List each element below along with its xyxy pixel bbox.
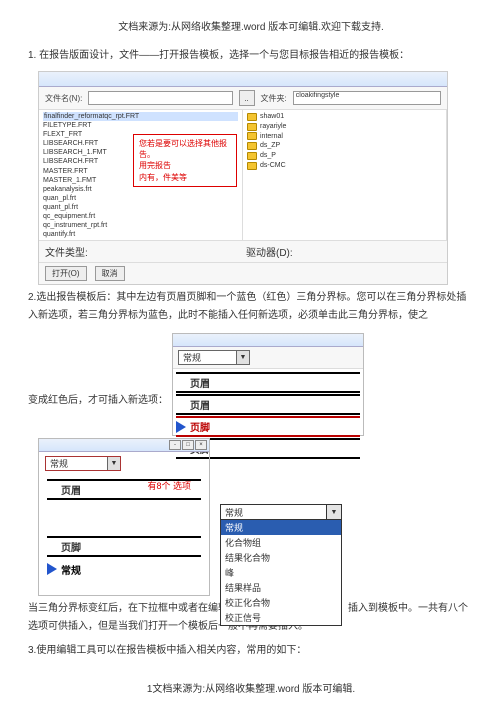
dialog-titlebar xyxy=(39,72,447,87)
region-combo-value: 常规 xyxy=(46,457,107,470)
section-bar: 页眉 xyxy=(176,394,360,415)
folder-item[interactable]: ds-CMC xyxy=(247,161,442,171)
folder-tree-pane: shaw01rayariyleinternalds_ZPds_Pds-CMC xyxy=(243,110,447,240)
dropdown-option[interactable]: 峰 xyxy=(221,565,341,580)
filename-input[interactable] xyxy=(88,91,232,105)
file-item[interactable]: qc_equipment.frt xyxy=(43,212,238,221)
region-combo[interactable]: 常规 ▼ xyxy=(178,350,250,365)
dropdown-option[interactable]: 结果样品 xyxy=(221,580,341,595)
region-combo-value: 常规 xyxy=(179,351,236,364)
sections-panel-red: - □ × 常规 ▼ 页眉 有8个 选项 页脚 xyxy=(38,438,210,596)
drive-label: 驱动器(D): xyxy=(246,244,293,259)
file-item[interactable]: FILETYPE.FRT xyxy=(43,121,238,130)
figure-3-wrap: - □ × 常规 ▼ 页眉 有8个 选项 页脚 xyxy=(38,438,448,596)
folder-item[interactable]: shaw01 xyxy=(247,112,442,122)
minimize-icon[interactable]: - xyxy=(169,440,181,450)
annotation-box: 您若是要可以选择其他报告。 用完报告 内有，件美等 xyxy=(133,134,237,187)
triangle-marker-blue[interactable] xyxy=(176,421,186,433)
file-item[interactable]: qc_instrument_rpt.frt xyxy=(43,221,238,230)
dropdown-option[interactable]: 校正化合物 xyxy=(221,595,341,610)
folder-item[interactable]: ds_ZP xyxy=(247,141,442,151)
annotation-line1: 您若是要可以选择其他报告。 xyxy=(139,138,231,160)
chevron-down-icon: ▼ xyxy=(326,505,341,519)
maximize-icon[interactable]: □ xyxy=(182,440,194,450)
section-stack: 页眉 页眉 页脚 页脚 xyxy=(173,369,363,435)
annotation-line2: 用完报告 xyxy=(139,160,231,171)
panel-titlebar: - □ × xyxy=(39,439,209,452)
step-2-text-a: 2.选出报告模板后：其中左边有页眉页脚和一个蓝色（红色）三角分界标。您可以在三角… xyxy=(28,289,474,325)
open-button[interactable]: 打开(O) xyxy=(45,266,87,281)
folder-icon xyxy=(247,113,257,121)
region-combo[interactable]: 常规 ▼ xyxy=(45,456,121,471)
filename-row: 文件名(N): .. 文件夹: cloakifingstyle xyxy=(39,87,447,110)
filename-label: 文件名(N): xyxy=(45,93,82,104)
step-2-text-b: 变成红色后，才可插入新选项： xyxy=(28,391,168,436)
page-footer: 1文档来源为:从网络收集整理.word 版本可编辑. xyxy=(28,680,474,695)
dropdown-option[interactable]: 结果化合物 xyxy=(221,550,341,565)
folder-icon xyxy=(247,152,257,160)
folder-icon xyxy=(247,132,257,140)
file-list-pane: finalfinder_reformatqc_rpt.FRTFILETYPE.F… xyxy=(39,110,243,240)
document-page: 文档来源为:从网络收集整理.word 版本可编辑.欢迎下载支持. 1. 在报告版… xyxy=(0,0,502,713)
sections-panel-blue: 常规 ▼ 页眉 页眉 页脚 页脚 xyxy=(172,333,364,436)
dropdown-option[interactable]: 常规 xyxy=(221,520,341,535)
dropdown-combo[interactable]: 常规 ▼ xyxy=(221,505,341,520)
close-icon[interactable]: × xyxy=(195,440,207,450)
folder-item[interactable]: internal xyxy=(247,132,442,142)
file-item[interactable]: sample_rpt.frt xyxy=(43,239,238,240)
section-stack: 页眉 有8个 选项 页脚 常规 xyxy=(39,475,209,595)
dropdown-option[interactable]: 校正信号 xyxy=(221,610,341,625)
step-1-text: 1. 在报告版面设计，文件——打开报告模板，选择一个与您目标报告相近的报告模板： xyxy=(28,47,474,65)
selected-file[interactable]: finalfinder_reformatqc_rpt.FRT xyxy=(43,112,238,121)
folder-icon xyxy=(247,162,257,170)
section-bar-active: 页脚 xyxy=(176,416,360,437)
file-item[interactable]: quantify.frt xyxy=(43,230,238,239)
file-item[interactable]: quant_pl.frt xyxy=(43,203,238,212)
options-annotation: 有8个 选项 xyxy=(147,481,191,492)
open-dialog-screenshot: 文件名(N): .. 文件夹: cloakifingstyle finalfin… xyxy=(38,71,448,285)
dialog-bottom-row: 文件类型: 驱动器(D): xyxy=(39,240,447,262)
file-item[interactable]: quan_pl.frt xyxy=(43,194,238,203)
page-header: 文档来源为:从网络收集整理.word 版本可编辑.欢迎下载支持. xyxy=(28,18,474,33)
triangle-marker-blue[interactable] xyxy=(47,563,57,575)
chevron-down-icon: ▼ xyxy=(236,351,249,364)
step-3-text: 3.使用编辑工具可以在报告模板中插入相关内容，常用的如下： xyxy=(28,642,474,660)
section-bar: 页脚 xyxy=(47,536,201,557)
annotation-line3: 内有，件美等 xyxy=(139,172,231,183)
dropdown-option[interactable]: 化合物组 xyxy=(221,535,341,550)
folder-label: 文件夹: xyxy=(261,93,287,104)
folder-item[interactable]: ds_P xyxy=(247,151,442,161)
folder-item[interactable]: rayariyle xyxy=(247,122,442,132)
folder-path: cloakifingstyle xyxy=(293,91,441,105)
dropdown-value: 常规 xyxy=(221,506,326,519)
filetype-label: 文件类型: xyxy=(45,244,88,259)
folder-icon xyxy=(247,123,257,131)
cancel-button[interactable]: 取消 xyxy=(95,266,125,281)
options-dropdown: 常规 ▼ 常规化合物组结果化合物峰结果样品校正化合物校正信号 xyxy=(220,504,342,626)
up-dir-button[interactable]: .. xyxy=(239,90,255,106)
panel-titlebar xyxy=(173,334,363,347)
section-bar: 页眉 有8个 选项 xyxy=(47,479,201,500)
folder-icon xyxy=(247,142,257,150)
chevron-down-icon: ▼ xyxy=(107,457,120,470)
section-bar: 页眉 xyxy=(176,372,360,393)
section-bar-marker: 常规 xyxy=(47,559,201,579)
